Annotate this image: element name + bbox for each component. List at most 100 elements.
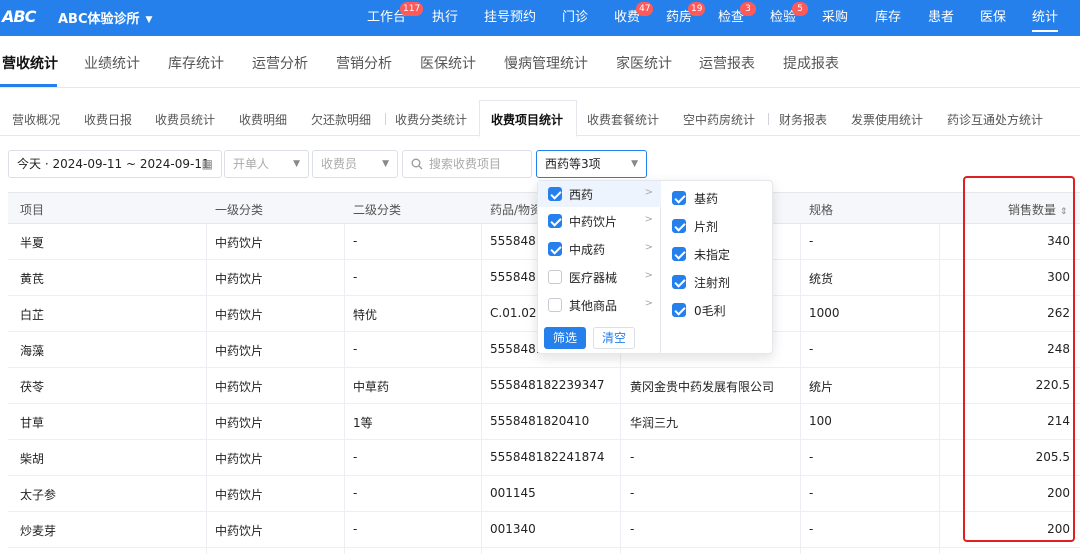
subtab-category-stats[interactable]: 收费分类统计	[395, 111, 467, 128]
table-row[interactable]: 柴胡 中药饮片 - 555848182241874 - - 205.5	[8, 440, 1080, 476]
subtab-cashier-stats[interactable]: 收费员统计	[155, 111, 215, 128]
subtab-revenue-overview[interactable]: 营收概况	[12, 111, 60, 128]
category-select[interactable]: 西药等3项 ▼	[536, 150, 647, 178]
checkbox[interactable]	[548, 187, 562, 201]
nav-badge: 3	[740, 2, 756, 16]
clinic-switcher[interactable]: ABC体验诊所 ▼	[58, 8, 152, 27]
nav-outpatient[interactable]: 门诊	[562, 0, 588, 36]
abc-logo[interactable]: ABC	[0, 4, 40, 30]
table-row[interactable]: 茯苓 中药饮片 中草药 555848182239347 黄冈金贵中药发展有限公司…	[8, 368, 1080, 404]
cascader-option-western-medicine[interactable]: 西药 >	[538, 181, 661, 207]
subtab-charge-details[interactable]: 收费明细	[239, 111, 287, 128]
tab-marketing-analysis[interactable]: 营销分析	[336, 53, 392, 73]
cascader-option-injection[interactable]: 注射剂	[661, 269, 771, 295]
checkbox[interactable]	[672, 191, 686, 205]
cell-manufacturer: -	[630, 486, 635, 500]
top-navbar: ABC ABC体验诊所 ▼ 工作台 117 执行 挂号预约 门诊 收费 47 药房…	[0, 0, 1080, 36]
highlight-annotation-box	[963, 176, 1075, 542]
tab-performance-stats[interactable]: 业绩统计	[84, 53, 140, 73]
subtab-item-stats[interactable]: 收费项目统计	[491, 111, 563, 128]
cascader-option-zero-margin[interactable]: 0毛利	[661, 297, 771, 323]
cell-drug-code: 5558481	[490, 270, 544, 284]
nav-charge[interactable]: 收费 47	[614, 0, 654, 36]
tab-chronic-disease-stats[interactable]: 慢病管理统计	[504, 53, 588, 73]
cascader-option-tablet[interactable]: 片剂	[661, 213, 771, 239]
nav-purchase[interactable]: 采购	[822, 0, 848, 36]
tab-insurance-stats[interactable]: 医保统计	[420, 53, 476, 73]
billing-person-select[interactable]: 开单人 ▼	[224, 150, 309, 178]
nav-examination[interactable]: 检查 3	[718, 0, 756, 36]
table-row[interactable]: 炒麦芽 中药饮片 - 001340 - - 200	[8, 512, 1080, 548]
filter-clear-button[interactable]: 清空	[593, 327, 635, 349]
subtab-daily-charge[interactable]: 收费日报	[84, 111, 132, 128]
checkbox[interactable]	[672, 303, 686, 317]
nav-label: 门诊	[562, 10, 589, 25]
option-label: 中药饮片	[569, 215, 618, 229]
nav-insurance[interactable]: 医保	[980, 0, 1006, 36]
checkbox[interactable]	[548, 298, 562, 312]
nav-execute[interactable]: 执行	[432, 0, 458, 36]
tab-operation-analysis[interactable]: 运营分析	[252, 53, 308, 73]
search-placeholder: 搜索收费项目	[429, 157, 502, 171]
cascader-option-unspecified[interactable]: 未指定	[661, 241, 771, 267]
col-header-drug[interactable]: 药品/物资	[490, 201, 542, 218]
tab-inventory-stats[interactable]: 库存统计	[168, 53, 224, 73]
cell-level1: 中药饮片	[215, 344, 264, 358]
cell-spec: -	[809, 342, 814, 356]
subtab-prescription-stats[interactable]: 药诊互通处方统计	[947, 111, 1043, 128]
chevron-down-icon: ▼	[382, 159, 389, 169]
subtab-invoice-stats[interactable]: 发票使用统计	[851, 111, 923, 128]
nav-lab-test[interactable]: 检验 5	[770, 0, 808, 36]
nav-inventory[interactable]: 库存	[875, 0, 901, 36]
subtab-debt-details[interactable]: 欠还款明细	[311, 111, 371, 128]
nav-label: 医保	[980, 10, 1007, 25]
checkbox[interactable]	[548, 270, 562, 284]
cascader-option-chinese-patent[interactable]: 中成药 >	[538, 236, 661, 262]
cell-manufacturer: 华润三九	[630, 416, 679, 430]
cascader-option-medical-devices[interactable]: 医疗器械 >	[538, 264, 661, 290]
subtab-air-pharmacy-stats[interactable]: 空中药房统计	[683, 111, 755, 128]
cell-level2: 特优	[353, 308, 378, 322]
col-header-spec[interactable]: 规格	[809, 201, 833, 218]
cashier-select[interactable]: 收费员 ▼	[312, 150, 398, 178]
cell-level1: 中药饮片	[215, 488, 264, 502]
cascader-option-herbal-slices[interactable]: 中药饮片 >	[538, 208, 661, 234]
chevron-right-icon: >	[644, 298, 653, 309]
item-search-input[interactable]: 搜索收费项目	[402, 150, 532, 178]
cell-drug-code: 5558481820410	[490, 414, 590, 428]
checkbox[interactable]	[672, 219, 686, 233]
cell-level2: 1等	[353, 416, 373, 430]
subtab-finance-reports[interactable]: 财务报表	[779, 111, 827, 128]
tab-commission-reports[interactable]: 提成报表	[783, 53, 839, 73]
nav-workbench[interactable]: 工作台 117	[367, 0, 424, 36]
nav-patients[interactable]: 患者	[928, 0, 954, 36]
nav-statistics[interactable]: 统计	[1032, 0, 1059, 36]
col-header-level2[interactable]: 二级分类	[353, 201, 401, 218]
chevron-right-icon: >	[644, 270, 653, 281]
subtab-package-stats[interactable]: 收费套餐统计	[587, 111, 659, 128]
option-label: 未指定	[694, 248, 731, 262]
checkbox[interactable]	[672, 247, 686, 261]
nav-pharmacy[interactable]: 药房 19	[666, 0, 706, 36]
nav-label: 执行	[432, 10, 459, 25]
cascader-option-essential-drug[interactable]: 基药	[661, 185, 771, 211]
date-range-picker[interactable]: 今天 · 2024-09-11 ~ 2024-09-11 ▦	[8, 150, 222, 178]
filter-apply-button[interactable]: 筛选	[544, 327, 586, 349]
col-header-item[interactable]: 项目	[20, 201, 44, 218]
tab-family-doctor-stats[interactable]: 家医统计	[616, 53, 672, 73]
cell-level1: 中药饮片	[215, 272, 264, 286]
cell-level2: -	[353, 486, 358, 500]
checkbox[interactable]	[548, 242, 562, 256]
checkbox[interactable]	[548, 214, 562, 228]
table-row[interactable]: 甘草 中药饮片 1等 5558481820410 华润三九 100 214	[8, 404, 1080, 440]
chevron-right-icon: >	[644, 187, 653, 198]
cell-item: 甘草	[20, 416, 45, 430]
col-header-level1[interactable]: 一级分类	[215, 201, 263, 218]
cascader-option-other-goods[interactable]: 其他商品 >	[538, 292, 661, 318]
tab-operation-reports[interactable]: 运营报表	[699, 53, 755, 73]
nav-badge: 5	[792, 2, 808, 16]
table-row[interactable]: 太子参 中药饮片 - 001145 - - 200	[8, 476, 1080, 512]
nav-registration[interactable]: 挂号预约	[484, 0, 536, 36]
tab-revenue-stats[interactable]: 营收统计	[2, 53, 58, 73]
checkbox[interactable]	[672, 275, 686, 289]
